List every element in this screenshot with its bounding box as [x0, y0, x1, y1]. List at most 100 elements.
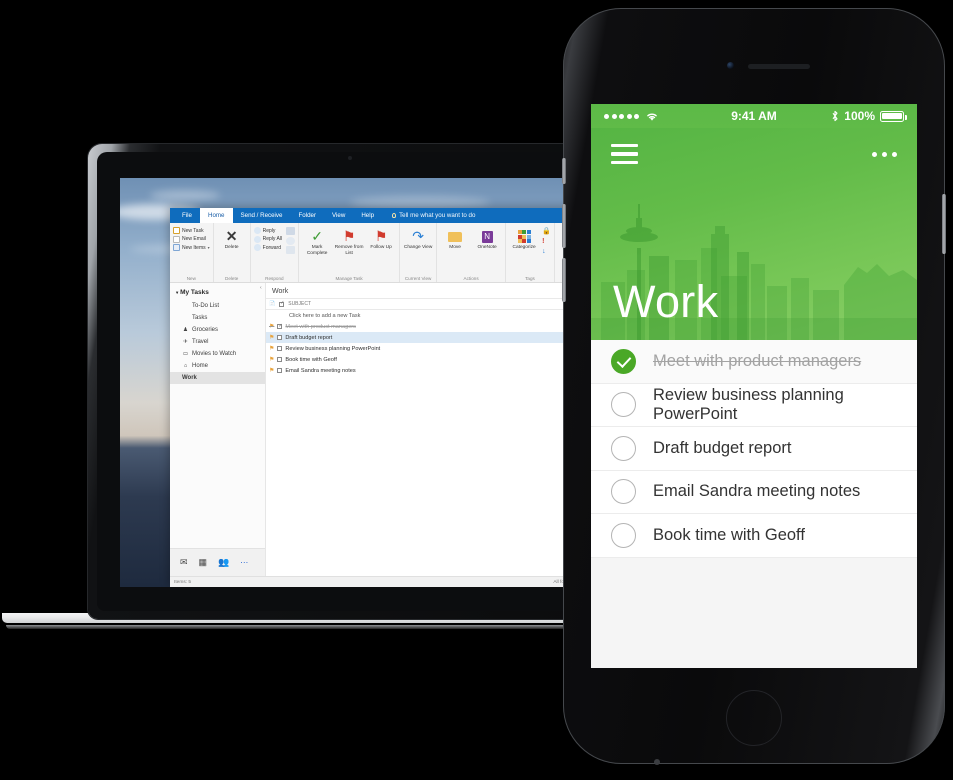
- reply-meeting-icon[interactable]: [286, 236, 296, 245]
- airplane-icon: ✈: [183, 339, 188, 345]
- change-view-button[interactable]: ↷ Change View: [403, 225, 433, 251]
- ribbon-group-delete: ✕ Delete Delete: [214, 223, 251, 282]
- overflow-menu-icon[interactable]: [872, 151, 897, 157]
- forward-button[interactable]: Forward: [253, 244, 282, 251]
- table-row[interactable]: ⚑ Book time with Geoff None: [266, 354, 608, 365]
- task-subject: Review business planning PowerPoint: [285, 345, 381, 352]
- low-importance-icon[interactable]: ↓: [542, 248, 551, 255]
- categorize-button[interactable]: Categorize: [509, 225, 539, 251]
- hamburger-icon[interactable]: [611, 143, 638, 165]
- table-row[interactable]: ⚑ Meet with product managers None: [266, 321, 608, 332]
- follow-up-button[interactable]: ⚑ Follow Up: [366, 225, 396, 251]
- move-button[interactable]: Move: [440, 225, 470, 251]
- sidebar-item-to-do-list[interactable]: To-Do List: [170, 300, 265, 312]
- sidebar-item-work[interactable]: Work: [170, 372, 265, 384]
- column-subject[interactable]: SUBJECT: [288, 301, 311, 307]
- ios-status-bar: 9:41 AM 100%: [591, 104, 917, 128]
- lock-icon[interactable]: 🔒: [542, 227, 551, 235]
- sidebar-item-tasks[interactable]: Tasks: [170, 312, 265, 324]
- todo-label: Book time with Geoff: [653, 525, 805, 544]
- sidebar-item-home[interactable]: ⌂ Home: [170, 360, 265, 372]
- meeting-icon[interactable]: [286, 227, 296, 235]
- task-checkbox[interactable]: [277, 357, 283, 362]
- ribbon-group-label-new: New: [186, 276, 196, 281]
- change-view-icon: ↷: [412, 228, 424, 245]
- task-checkbox[interactable]: [277, 323, 283, 329]
- list-item[interactable]: Book time with Geoff: [591, 514, 917, 558]
- front-camera-icon: [727, 62, 734, 69]
- folder-icon: [448, 228, 463, 245]
- screenshot-root: File Home Send / Receive Folder View Hel…: [0, 0, 953, 780]
- volume-up-button[interactable]: [562, 204, 566, 248]
- task-checkbox[interactable]: [277, 346, 283, 351]
- remove-from-list-button[interactable]: ⚑ Remove from List: [334, 225, 364, 256]
- delete-button[interactable]: ✕ Delete: [217, 225, 247, 251]
- people-icon[interactable]: 👥: [218, 557, 229, 568]
- flag-icon[interactable]: ⚑: [269, 356, 274, 363]
- new-todo-button[interactable]: New to-do: [591, 667, 917, 668]
- todo-label: Meet with product managers: [653, 351, 862, 370]
- table-row[interactable]: ⚑ Email Sandra meeting notes None: [266, 365, 608, 376]
- ribbon-group-label-tags: Tags: [525, 276, 535, 281]
- power-button[interactable]: [942, 194, 946, 254]
- onenote-button[interactable]: N OneNote: [472, 225, 502, 251]
- flag-icon[interactable]: ⚑: [269, 345, 274, 352]
- mail-icon[interactable]: ✉: [180, 557, 188, 568]
- todo-label: Review business planning PowerPoint: [653, 385, 844, 423]
- sidebar-item-groceries[interactable]: ♟ Groceries: [170, 324, 265, 336]
- ribbon-tab-help[interactable]: Help: [353, 208, 382, 223]
- module-switcher-bar: ✉ ▦ 👥 ⋯: [170, 548, 265, 576]
- list-item[interactable]: Meet with product managers: [591, 340, 917, 384]
- collapse-pane-icon[interactable]: ‹: [260, 285, 262, 291]
- mute-switch[interactable]: [562, 158, 566, 184]
- ribbon-tab-view[interactable]: View: [324, 208, 353, 223]
- reply-all-button[interactable]: Reply All: [253, 235, 282, 243]
- basket-icon: ♟: [183, 327, 188, 333]
- high-importance-icon[interactable]: !: [542, 238, 551, 245]
- ribbon-tab-file[interactable]: File: [174, 208, 200, 223]
- add-new-task-row[interactable]: Click here to add a new Task: [266, 310, 608, 321]
- todo-checkbox[interactable]: [611, 392, 636, 418]
- new-email-button[interactable]: New Email: [173, 235, 210, 243]
- todo-checkbox[interactable]: [611, 435, 636, 461]
- table-row[interactable]: ⚑ Review business planning PowerPoint No…: [266, 343, 608, 354]
- flag-icon[interactable]: ⚑: [269, 334, 274, 341]
- ribbon-tab-home[interactable]: Home: [199, 208, 233, 223]
- todo-checkbox[interactable]: [611, 348, 636, 374]
- new-items-icon: [173, 244, 180, 251]
- new-items-button[interactable]: New Items ▾: [173, 244, 210, 251]
- ribbon-tab-folder[interactable]: Folder: [290, 208, 324, 223]
- new-email-icon: [173, 235, 180, 243]
- flag-icon[interactable]: ⚑: [269, 323, 274, 330]
- complete-column-icon: [279, 300, 284, 307]
- calendar-icon[interactable]: ▦: [199, 557, 208, 568]
- laptop-webcam-icon: [348, 156, 352, 160]
- ribbon-tab-send-receive[interactable]: Send / Receive: [233, 208, 291, 223]
- more-icon[interactable]: ⋯: [240, 558, 249, 567]
- sidebar-item-movies-to-watch[interactable]: ▭ Movies to Watch: [170, 348, 265, 360]
- mark-complete-button[interactable]: ✓ Mark Complete: [302, 225, 332, 256]
- more-respond-icon[interactable]: [286, 246, 296, 254]
- flag-icon[interactable]: ⚑: [269, 367, 274, 374]
- list-item[interactable]: Email Sandra meeting notes: [591, 471, 917, 514]
- home-button[interactable]: [726, 690, 782, 746]
- todo-checkbox[interactable]: [611, 522, 636, 548]
- sidebar-item-travel[interactable]: ✈ Travel: [170, 336, 265, 348]
- table-row[interactable]: ⚑ Draft budget report None: [266, 332, 608, 343]
- empty-list-area: [591, 557, 917, 668]
- task-checkbox[interactable]: [277, 335, 283, 340]
- reply-button[interactable]: Reply: [253, 227, 282, 234]
- volume-down-button[interactable]: [562, 258, 566, 302]
- new-task-button[interactable]: New Task: [173, 227, 210, 234]
- microphone-icon: [654, 759, 660, 765]
- list-item[interactable]: Draft budget report: [591, 427, 917, 471]
- todo-checkbox[interactable]: [611, 479, 636, 505]
- list-item[interactable]: Review business planning PowerPoint: [591, 384, 917, 427]
- list-hero-header: Work: [591, 128, 917, 340]
- battery-percent: 100%: [844, 109, 875, 123]
- laptop-lid: File Home Send / Receive Folder View Hel…: [88, 144, 608, 619]
- task-checkbox[interactable]: [277, 368, 283, 373]
- tell-me-search[interactable]: Tell me what you want to do: [382, 208, 475, 223]
- laptop-screen: File Home Send / Receive Folder View Hel…: [120, 178, 608, 587]
- ribbon-group-current-view: ↷ Change View Current View: [400, 223, 438, 282]
